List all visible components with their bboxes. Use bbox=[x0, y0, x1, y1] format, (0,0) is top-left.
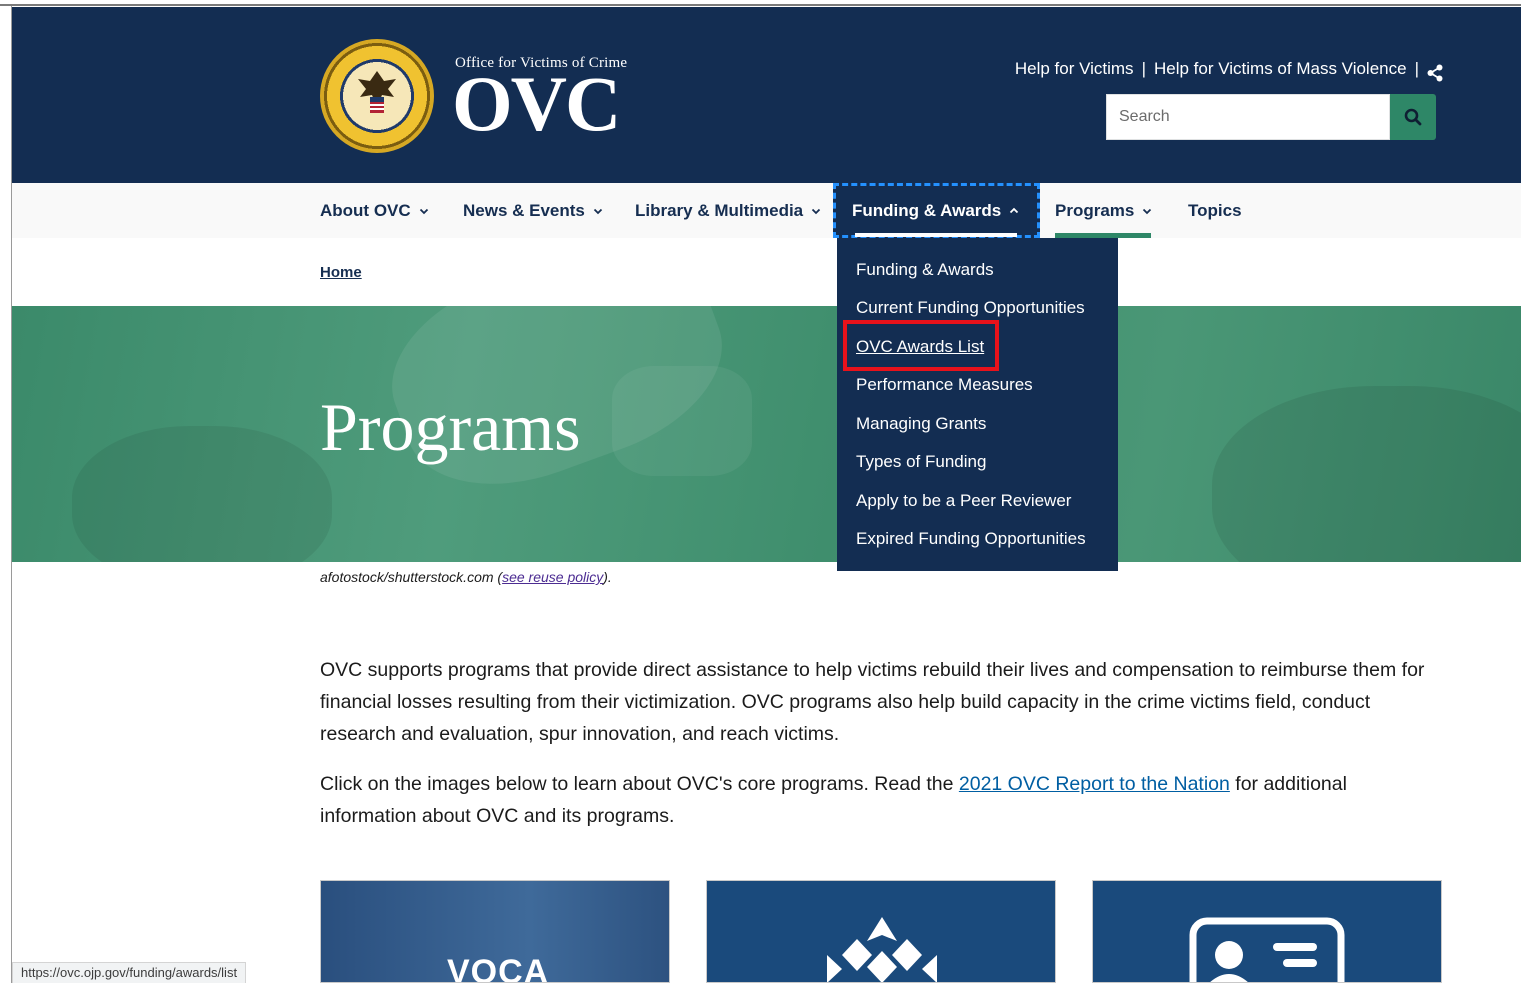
logo-ovc[interactable]: OVC bbox=[452, 65, 621, 143]
link-separator: | bbox=[1414, 59, 1419, 78]
report-to-nation-link[interactable]: 2021 OVC Report to the Nation bbox=[959, 773, 1230, 795]
chevron-up-icon bbox=[1010, 207, 1019, 213]
doj-seal-logo[interactable] bbox=[320, 39, 434, 153]
nav-programs[interactable]: Programs bbox=[1055, 183, 1152, 238]
page-title: Programs bbox=[320, 389, 581, 465]
nav-topics[interactable]: Topics bbox=[1188, 183, 1242, 238]
intro-paragraph: OVC supports programs that provide direc… bbox=[320, 659, 1425, 745]
star-quilt-icon bbox=[827, 917, 937, 982]
breadcrumb-home[interactable]: Home bbox=[320, 264, 362, 281]
credit-paren-open: ( bbox=[493, 569, 503, 585]
chevron-down-icon bbox=[593, 208, 603, 214]
nav-label: Library & Multimedia bbox=[635, 200, 804, 220]
search-bar bbox=[1106, 94, 1436, 140]
main-navigation: About OVC News & Events Library & Multim… bbox=[12, 183, 1521, 238]
dropdown-item-current-funding[interactable]: Current Funding Opportunities bbox=[856, 298, 1085, 318]
dropdown-item-managing-grants[interactable]: Managing Grants bbox=[856, 414, 986, 434]
nav-label: News & Events bbox=[463, 200, 585, 220]
programs-paragraph: Click on the images below to learn about… bbox=[320, 768, 1440, 832]
nav-label: Programs bbox=[1055, 200, 1135, 220]
utility-links: Help for Victims | Help for Victims of M… bbox=[1015, 59, 1441, 79]
search-button[interactable] bbox=[1390, 94, 1436, 140]
nav-library-multimedia[interactable]: Library & Multimedia bbox=[635, 183, 821, 238]
help-mass-violence-link[interactable]: Help for Victims of Mass Violence bbox=[1154, 59, 1407, 79]
dropdown-item-types-of-funding[interactable]: Types of Funding bbox=[856, 452, 986, 472]
dropdown-item-performance-measures[interactable]: Performance Measures bbox=[856, 375, 1033, 395]
program-card-2[interactable] bbox=[706, 880, 1056, 983]
dropdown-item-funding-awards[interactable]: Funding & Awards bbox=[856, 260, 994, 280]
highlight-box bbox=[843, 320, 999, 371]
status-bar-url: https://ovc.ojp.gov/funding/awards/list bbox=[12, 962, 247, 983]
id-card-icon bbox=[1189, 917, 1345, 982]
site-header: Office for Victims of Crime OVC Help for… bbox=[12, 7, 1521, 183]
hero-image-shape bbox=[612, 366, 752, 476]
window-left-border bbox=[0, 6, 12, 983]
nav-active-underline bbox=[855, 233, 1017, 237]
dropdown-item-peer-reviewer[interactable]: Apply to be a Peer Reviewer bbox=[856, 491, 1071, 511]
program-card-3[interactable] bbox=[1092, 880, 1442, 983]
share-icon[interactable] bbox=[1427, 64, 1443, 82]
program-card-voca[interactable]: VOCA bbox=[320, 880, 670, 983]
chevron-down-icon bbox=[419, 208, 428, 214]
nav-funding-awards[interactable]: Funding & Awards bbox=[833, 183, 1040, 238]
nav-about-ovc[interactable]: About OVC bbox=[320, 183, 429, 238]
hero-image-shape bbox=[72, 426, 332, 562]
image-credit: afotostock/shutterstock.com (see reuse p… bbox=[320, 569, 612, 585]
dropdown-item-expired-funding[interactable]: Expired Funding Opportunities bbox=[856, 529, 1086, 549]
reuse-policy-link[interactable]: see reuse policy bbox=[502, 569, 603, 585]
nav-label: About OVC bbox=[320, 200, 411, 220]
card-label: VOCA bbox=[447, 953, 550, 983]
credit-source: afotostock/shutterstock.com bbox=[320, 569, 494, 585]
search-icon bbox=[1404, 108, 1422, 126]
hero-image-shape bbox=[1212, 386, 1521, 562]
eagle-icon bbox=[358, 71, 396, 113]
nav-news-events[interactable]: News & Events bbox=[463, 183, 603, 238]
help-for-victims-link[interactable]: Help for Victims bbox=[1015, 59, 1134, 79]
search-input[interactable] bbox=[1106, 94, 1390, 140]
hero-banner: Programs bbox=[12, 306, 1521, 562]
nav-label: Topics bbox=[1188, 200, 1242, 220]
nav-label: Funding & Awards bbox=[852, 200, 1002, 220]
link-separator: | bbox=[1141, 59, 1146, 78]
credit-paren-close: ). bbox=[603, 569, 612, 585]
chevron-down-icon bbox=[1143, 208, 1152, 214]
funding-awards-dropdown: Funding & Awards Current Funding Opportu… bbox=[837, 238, 1118, 571]
para-text: Click on the images below to learn about… bbox=[320, 773, 959, 795]
window-top-border bbox=[0, 0, 1521, 6]
chevron-down-icon bbox=[812, 208, 821, 214]
